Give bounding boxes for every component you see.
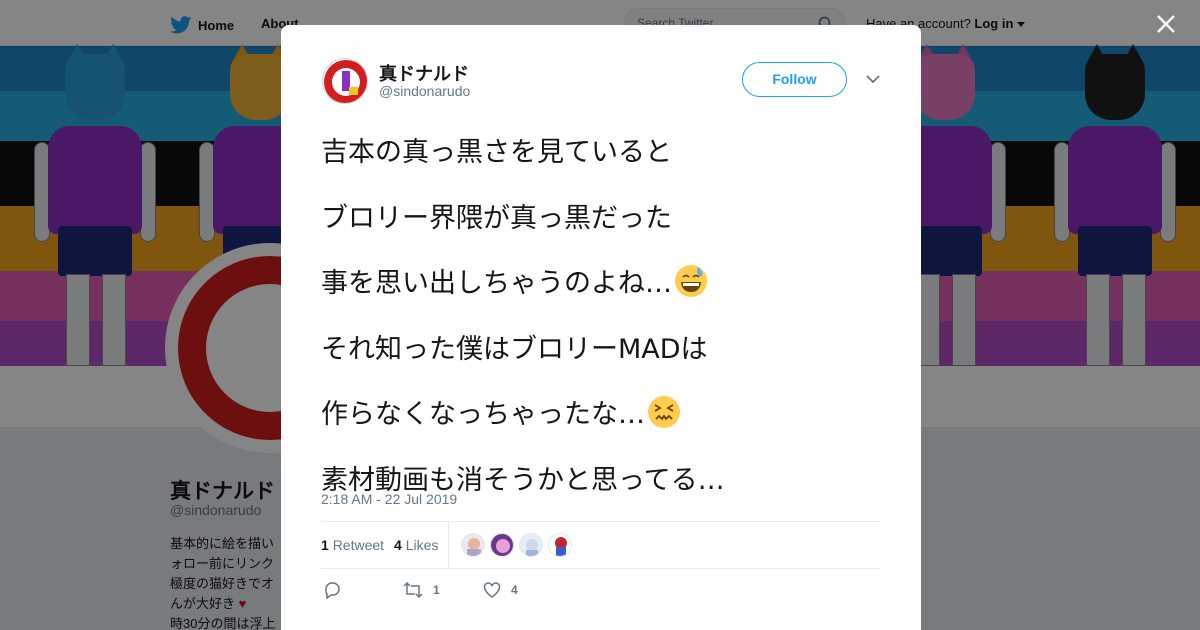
liker-avatar[interactable]	[461, 533, 485, 557]
tweet-line: 吉本の真っ黒さを見ていると	[321, 137, 672, 169]
stats-divider	[448, 522, 449, 568]
confounded-face-emoji	[647, 395, 681, 429]
retweet-button[interactable]: 1	[403, 581, 440, 599]
retweets-label: Retweet	[332, 537, 385, 553]
likes-count: 4	[394, 537, 402, 553]
tweet-actions: 1 4	[321, 577, 881, 607]
liker-avatar[interactable]	[490, 533, 514, 557]
tweet-line: それ知った僕はブロリーMADは	[321, 333, 708, 365]
retweets-count: 1	[321, 537, 329, 553]
like-button[interactable]: 4	[483, 581, 518, 599]
retweet-icon	[403, 581, 423, 599]
tweet-text: 吉本の真っ黒さを見ていると ブロリー界隈が真っ黒だった 事を思い出しちゃうのよね…	[321, 117, 891, 510]
tweet-stats: 1 Retweet 4 Likes	[321, 521, 881, 569]
tweet-timestamp[interactable]: 2:18 AM - 22 Jul 2019	[321, 491, 457, 507]
tweet-line: ブロリー界隈が真っ黒だった	[321, 202, 672, 234]
heart-icon	[483, 582, 501, 598]
tweet-line: 作らなくなっちゃったな…	[321, 379, 891, 445]
follow-button[interactable]: Follow	[742, 62, 847, 97]
author-avatar-image	[324, 60, 367, 103]
author-handle[interactable]: @sindonarudo	[379, 83, 470, 99]
reply-button[interactable]	[323, 581, 351, 599]
like-action-count: 4	[511, 583, 518, 597]
tweet-modal: 真ドナルド @sindonarudo Follow 吉本の真っ黒さを見ていると …	[281, 25, 921, 630]
likes-label: Likes	[405, 537, 439, 553]
author-avatar[interactable]	[322, 58, 368, 104]
liker-avatar[interactable]	[548, 533, 572, 557]
close-icon[interactable]	[1152, 10, 1180, 38]
reply-icon	[325, 582, 340, 599]
tweet-line: 事を思い出しちゃうのよね…	[321, 248, 891, 314]
grinning-sweat-emoji	[674, 264, 708, 298]
liker-avatar[interactable]	[519, 533, 543, 557]
chevron-down-icon[interactable]	[865, 73, 881, 85]
likes-stat[interactable]: 4 Likes	[394, 537, 438, 553]
retweet-action-count: 1	[433, 583, 440, 597]
retweets-stat[interactable]: 1 Retweet	[321, 537, 384, 553]
